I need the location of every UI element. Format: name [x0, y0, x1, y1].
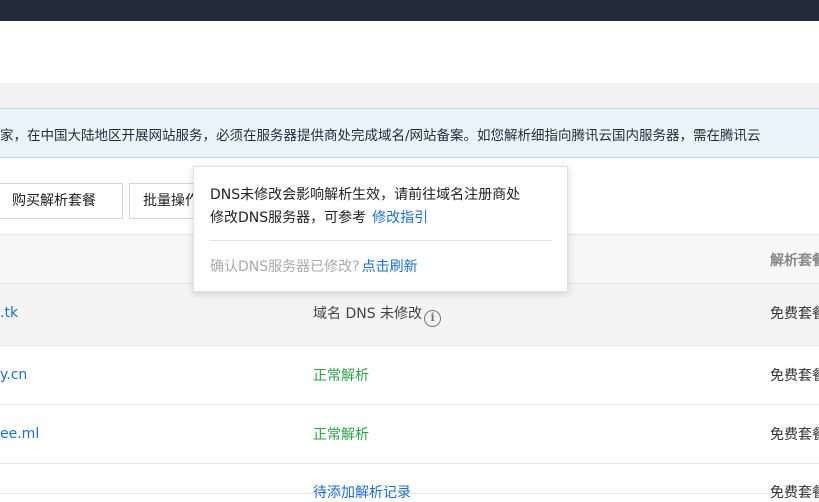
status-text: 域名 DNS 未修改: [313, 306, 423, 322]
page-header-area: [0, 21, 819, 83]
filing-notice-banner: 家，在中国大陆地区开展网站服务，必须在服务器提供商处完成域名/网站备案。如您解析…: [0, 108, 819, 158]
dns-warning-popover: DNS未修改会影响解析生效，请前往域名注册商处 修改DNS服务器，可参考 修改指引…: [193, 166, 568, 292]
modify-guide-link[interactable]: 修改指引: [372, 210, 428, 226]
status-cell: 域名 DNS 未修改 i: [313, 303, 442, 327]
popover-message-line1: DNS未修改会影响解析生效，请前往域名注册商处: [210, 187, 521, 203]
info-icon[interactable]: i: [424, 310, 442, 327]
plan-cell: 免费套餐: [770, 427, 819, 443]
popover-message-text: 修改DNS服务器，可参考: [210, 210, 367, 226]
popover-message-line2: 修改DNS服务器，可参考 修改指引: [210, 207, 428, 227]
plan-cell: 免费套餐: [770, 306, 819, 322]
plan-cell: 免费套餐: [770, 485, 819, 501]
confirm-text: 确认DNS服务器已修改?: [210, 259, 360, 275]
batch-operation-button[interactable]: 批量操作: [129, 183, 199, 219]
header-separator: [0, 83, 819, 108]
filing-notice-text: 家，在中国大陆地区开展网站服务，必须在服务器提供商处完成域名/网站备案。如您解析…: [0, 128, 761, 144]
status-cell: 正常解析: [313, 427, 369, 443]
add-record-link[interactable]: 待添加解析记录: [313, 482, 411, 502]
domain-link[interactable]: y.cn: [0, 367, 27, 383]
table-row: y.cn 正常解析 免费套餐: [0, 346, 819, 405]
popover-confirm-line: 确认DNS服务器已修改? 点击刷新: [210, 256, 418, 276]
refresh-link[interactable]: 点击刷新: [362, 259, 418, 275]
column-header-plan: 解析套餐: [770, 253, 819, 269]
table-row: .tk 域名 DNS 未修改i 免费套餐: [0, 284, 819, 346]
status-cell: 正常解析: [313, 368, 369, 384]
domain-link[interactable]: .tk: [0, 305, 18, 321]
top-nav-bar: [0, 0, 819, 21]
table-row: ee.ml 正常解析 免费套餐: [0, 405, 819, 464]
buy-plan-button[interactable]: 购买解析套餐: [0, 183, 123, 219]
domain-link[interactable]: ee.ml: [0, 426, 39, 442]
popover-divider: [210, 240, 552, 241]
plan-cell: 免费套餐: [770, 368, 819, 384]
